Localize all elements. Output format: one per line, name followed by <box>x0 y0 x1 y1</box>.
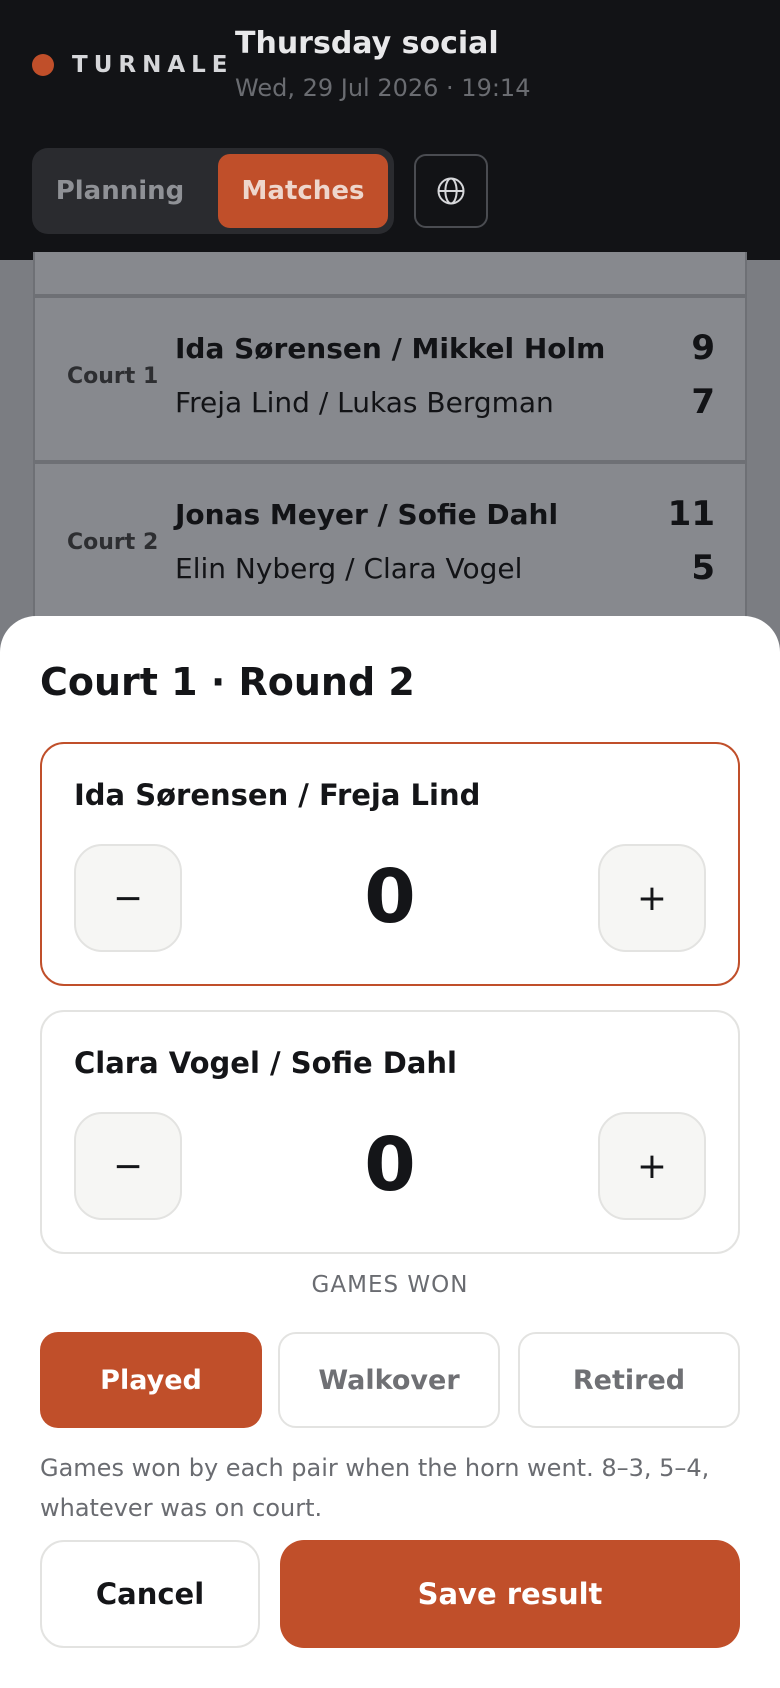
top-bar: TURNALE Thursday social Wed, 29 Jul 2026… <box>0 0 780 260</box>
outcome-walkover-button[interactable]: Walkover <box>278 1332 500 1428</box>
team-name: Freja Lind / Lukas Bergman <box>175 386 554 419</box>
sheet-title: Court 1 · Round 2 <box>40 660 415 704</box>
tab-matches[interactable]: Matches <box>218 154 388 228</box>
view-switcher: Planning Matches <box>32 148 394 234</box>
pair-card-1[interactable]: Ida Sørensen / Freja Lind − 0 + <box>40 742 740 986</box>
globe-icon <box>437 177 465 205</box>
match-card-court-2[interactable]: Court 2 Jonas Meyer / Sofie Dahl 11 Elin… <box>33 462 747 620</box>
team-score: 9 <box>691 328 715 368</box>
team-score: 5 <box>691 548 715 588</box>
pair-name: Clara Vogel / Sofie Dahl <box>74 1046 457 1080</box>
increment-button[interactable]: + <box>598 1112 706 1220</box>
help-text: Games won by each pair when the horn wen… <box>40 1454 710 1522</box>
event-datetime: Wed, 29 Jul 2026 · 19:14 <box>235 74 531 102</box>
brand-name: TURNALE <box>72 52 234 78</box>
team-name: Elin Nyberg / Clara Vogel <box>175 552 523 585</box>
pair-name: Ida Sørensen / Freja Lind <box>74 778 481 812</box>
team-score: 11 <box>667 494 715 534</box>
cancel-button[interactable]: Cancel <box>40 1540 260 1648</box>
court-label: Court 2 <box>67 530 159 555</box>
pair-card-2[interactable]: Clara Vogel / Sofie Dahl − 0 + <box>40 1010 740 1254</box>
team-score: 7 <box>691 382 715 422</box>
team-name: Jonas Meyer / Sofie Dahl <box>175 498 559 531</box>
result-sheet: Court 1 · Round 2 Ida Sørensen / Freja L… <box>0 616 780 1688</box>
games-won-label: GAMES WON <box>311 1272 469 1298</box>
language-button[interactable] <box>414 154 488 228</box>
brand: TURNALE <box>32 52 234 78</box>
match-card-court-1[interactable]: Court 1 Ida Sørensen / Mikkel Holm 9 Fre… <box>33 296 747 462</box>
increment-button[interactable]: + <box>598 844 706 952</box>
tab-planning[interactable]: Planning <box>38 154 202 228</box>
team-name: Ida Sørensen / Mikkel Holm <box>175 332 606 365</box>
outcome-retired-button[interactable]: Retired <box>518 1332 740 1428</box>
outcome-played-button[interactable]: Played <box>40 1332 262 1428</box>
court-label: Court 1 <box>67 364 159 389</box>
match-card-partial <box>33 252 747 296</box>
event-title: Thursday social <box>235 26 499 61</box>
save-result-button[interactable]: Save result <box>280 1540 740 1648</box>
brand-logo-dot <box>32 54 54 76</box>
